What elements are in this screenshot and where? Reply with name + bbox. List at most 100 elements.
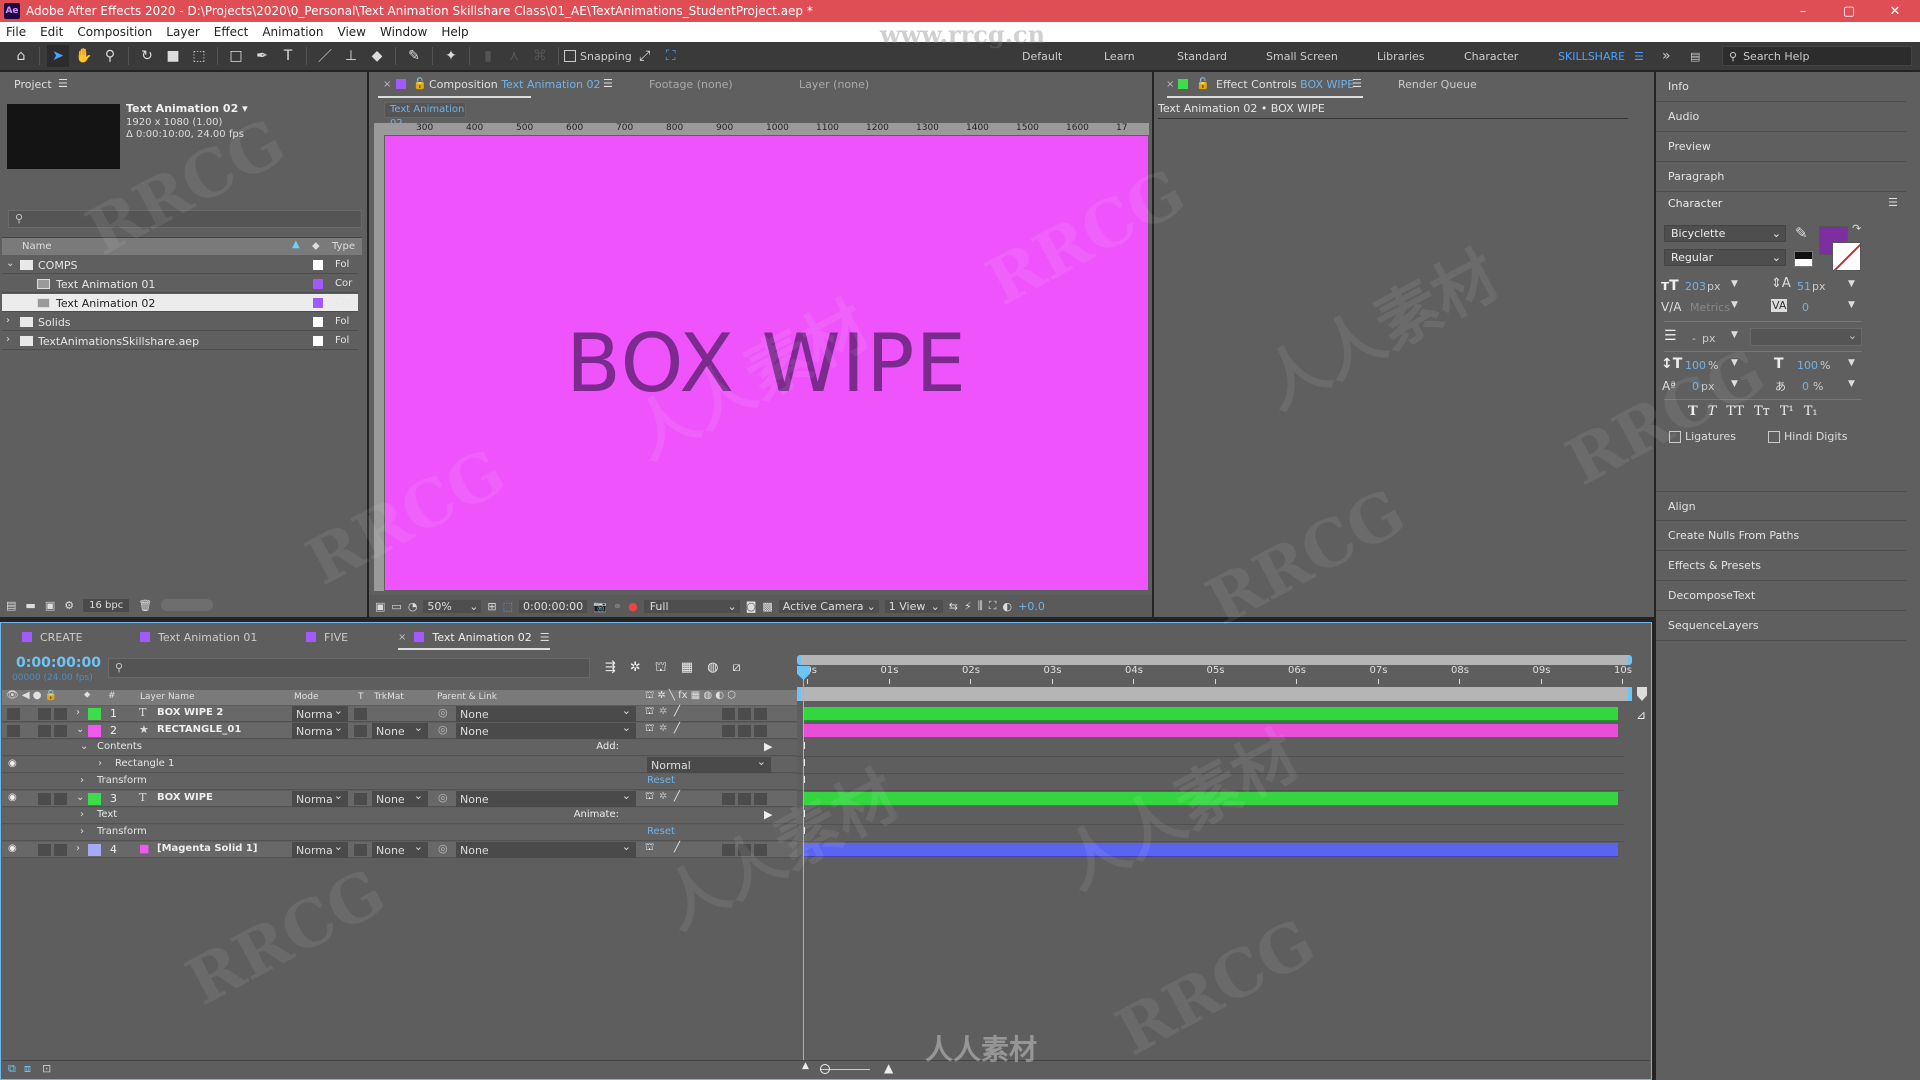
menu-help[interactable]: Help: [441, 25, 468, 39]
transparency-grid-toggle-icon[interactable]: ⬚: [503, 600, 513, 613]
menu-file[interactable]: File: [6, 25, 26, 39]
menu-layer[interactable]: Layer: [166, 25, 199, 39]
layer-switch[interactable]: [722, 793, 735, 805]
new-folder-icon[interactable]: ▬: [25, 599, 35, 612]
hindi-digits-checkbox[interactable]: Hindi Digits: [1768, 430, 1847, 443]
pick-whip-icon[interactable]: ◎: [438, 791, 448, 804]
font-family-dropdown[interactable]: Bicyclette ⌄: [1664, 225, 1786, 242]
panel-align[interactable]: Align: [1656, 491, 1906, 521]
layer-switch[interactable]: [722, 708, 735, 720]
parent-dropdown[interactable]: None: [456, 789, 636, 807]
shy-switch-icon[interactable]: ⛫: [645, 723, 654, 736]
panel-audio[interactable]: Audio: [1656, 102, 1906, 132]
workspace-skillshare[interactable]: SKILLSHARE: [1558, 42, 1625, 70]
quality-switch-icon[interactable]: ╱: [674, 706, 680, 717]
draft-3d-icon[interactable]: ✲: [630, 660, 641, 677]
workspace-small-screen[interactable]: Small Screen: [1266, 42, 1338, 70]
tracking-value[interactable]: 0: [1802, 301, 1809, 314]
chevron-down-icon[interactable]: ⌄: [6, 258, 14, 269]
layer-switch[interactable]: [722, 844, 735, 856]
panel-menu-icon[interactable]: ☰: [1352, 77, 1362, 90]
workspace-character[interactable]: Character: [1464, 42, 1518, 70]
chevron-down-icon[interactable]: ▼: [1848, 279, 1855, 289]
selected-item-name[interactable]: Text Animation 02 ▾: [126, 102, 248, 115]
layer-label-chip[interactable]: [88, 844, 101, 856]
fast-previews-icon[interactable]: ⚡: [964, 600, 972, 613]
minimize-button[interactable]: –: [1780, 0, 1826, 22]
layer-label-chip[interactable]: [88, 725, 101, 737]
chevron-right-icon[interactable]: ›: [6, 315, 10, 326]
workspace-overflow-icon[interactable]: »: [1662, 42, 1671, 70]
blend-mode-dropdown[interactable]: Norma: [292, 840, 348, 858]
flowchart-icon[interactable]: ⛶: [989, 599, 997, 613]
layer-duration-bar[interactable]: [803, 707, 1618, 721]
collapse-switch-icon[interactable]: ✲: [659, 791, 667, 802]
quality-switch-icon[interactable]: ╱: [674, 842, 680, 853]
tab-footage[interactable]: Footage (none): [649, 78, 733, 91]
column-type[interactable]: Type: [332, 241, 355, 252]
baseline-shift-value[interactable]: 0: [1692, 380, 1699, 393]
stroke-width-value[interactable]: -: [1692, 332, 1696, 345]
layer-switch[interactable]: [754, 793, 767, 805]
solo-toggle[interactable]: [38, 725, 51, 737]
label-color-chip[interactable]: [313, 260, 323, 270]
channel-icon[interactable]: ●: [628, 600, 638, 613]
layer-duration-bar[interactable]: [803, 724, 1618, 738]
reset-link[interactable]: Reset: [647, 775, 675, 786]
blend-mode-dropdown[interactable]: Norma: [292, 704, 348, 722]
solo-toggle[interactable]: [38, 793, 51, 805]
canvas-text-layer[interactable]: BOX WIPE: [566, 317, 967, 410]
preserve-transparency-toggle[interactable]: [354, 844, 367, 856]
column-trkmat[interactable]: TrkMat: [374, 692, 404, 702]
comp-marker-bin-icon[interactable]: ⊿: [1636, 708, 1646, 722]
monitor-icon[interactable]: ▭: [391, 600, 401, 613]
brush-tool-icon[interactable]: ／: [314, 45, 336, 67]
quality-switch-icon[interactable]: ╱: [674, 723, 680, 734]
subscript-button[interactable]: T₁: [1804, 404, 1818, 419]
preserve-transparency-toggle[interactable]: [354, 793, 367, 805]
swap-colors-icon[interactable]: ↷: [1852, 222, 1861, 235]
leading-value[interactable]: 51: [1797, 280, 1811, 293]
tab-render-queue[interactable]: Render Queue: [1398, 78, 1477, 91]
lock-icon[interactable]: 🔓: [1196, 77, 1210, 90]
chevron-right-icon[interactable]: ›: [76, 843, 80, 854]
stroke-style-dropdown[interactable]: ⌄: [1750, 328, 1862, 346]
play-circle-icon[interactable]: ▶: [764, 808, 772, 821]
stroke-color-swatch[interactable]: [1832, 242, 1861, 271]
play-circle-icon[interactable]: ▶: [764, 740, 772, 753]
thumbnail-slider[interactable]: [161, 599, 214, 611]
column-mode[interactable]: Mode: [294, 692, 319, 702]
rotation-tool-icon[interactable]: ↻: [136, 45, 158, 67]
current-time-display[interactable]: 0:00:00:00: [16, 655, 101, 671]
pan-behind-tool-icon[interactable]: ⬚: [188, 45, 210, 67]
workspace-menu-icon[interactable]: ☰: [1634, 42, 1644, 70]
puppet-tool-icon[interactable]: ✦: [440, 45, 462, 67]
layer-switch[interactable]: [754, 725, 767, 737]
parent-dropdown[interactable]: None: [456, 704, 636, 722]
shy-layers-icon[interactable]: ⛫: [655, 660, 667, 677]
project-search-input[interactable]: ⚲: [8, 210, 362, 228]
timeline-tab[interactable]: CREATE: [22, 628, 83, 646]
chevron-down-icon[interactable]: ▼: [1731, 279, 1738, 289]
selection-tool-icon[interactable]: ➤: [47, 45, 69, 67]
mask-visibility-icon[interactable]: ◔: [408, 600, 418, 613]
layer-switch[interactable]: [738, 725, 751, 737]
comp-flowchart-icon[interactable]: ⇶: [605, 660, 616, 677]
column-parent[interactable]: Parent & Link: [437, 692, 497, 702]
menu-composition[interactable]: Composition: [77, 25, 152, 39]
reset-link[interactable]: Reset: [647, 826, 675, 837]
snapshot-icon[interactable]: 📷: [593, 600, 607, 613]
timeline-tab[interactable]: Text Animation 01: [140, 628, 257, 646]
work-area-bar[interactable]: [797, 687, 1632, 701]
workspace-libraries[interactable]: Libraries: [1377, 42, 1425, 70]
playhead[interactable]: [797, 666, 810, 1060]
chevron-right-icon[interactable]: ›: [6, 334, 10, 345]
tab-effect-controls[interactable]: Effect Controls BOX WIPE: [1216, 78, 1354, 91]
title-safe-icon[interactable]: ⊞: [487, 600, 496, 613]
layer-switch[interactable]: [738, 844, 751, 856]
exposure-icon[interactable]: ◐: [1003, 600, 1013, 613]
layer-label-chip[interactable]: [88, 708, 101, 720]
maximize-button[interactable]: ▢: [1826, 0, 1872, 22]
render-icon[interactable]: ⚙: [64, 599, 74, 612]
menu-animation[interactable]: Animation: [262, 25, 323, 39]
